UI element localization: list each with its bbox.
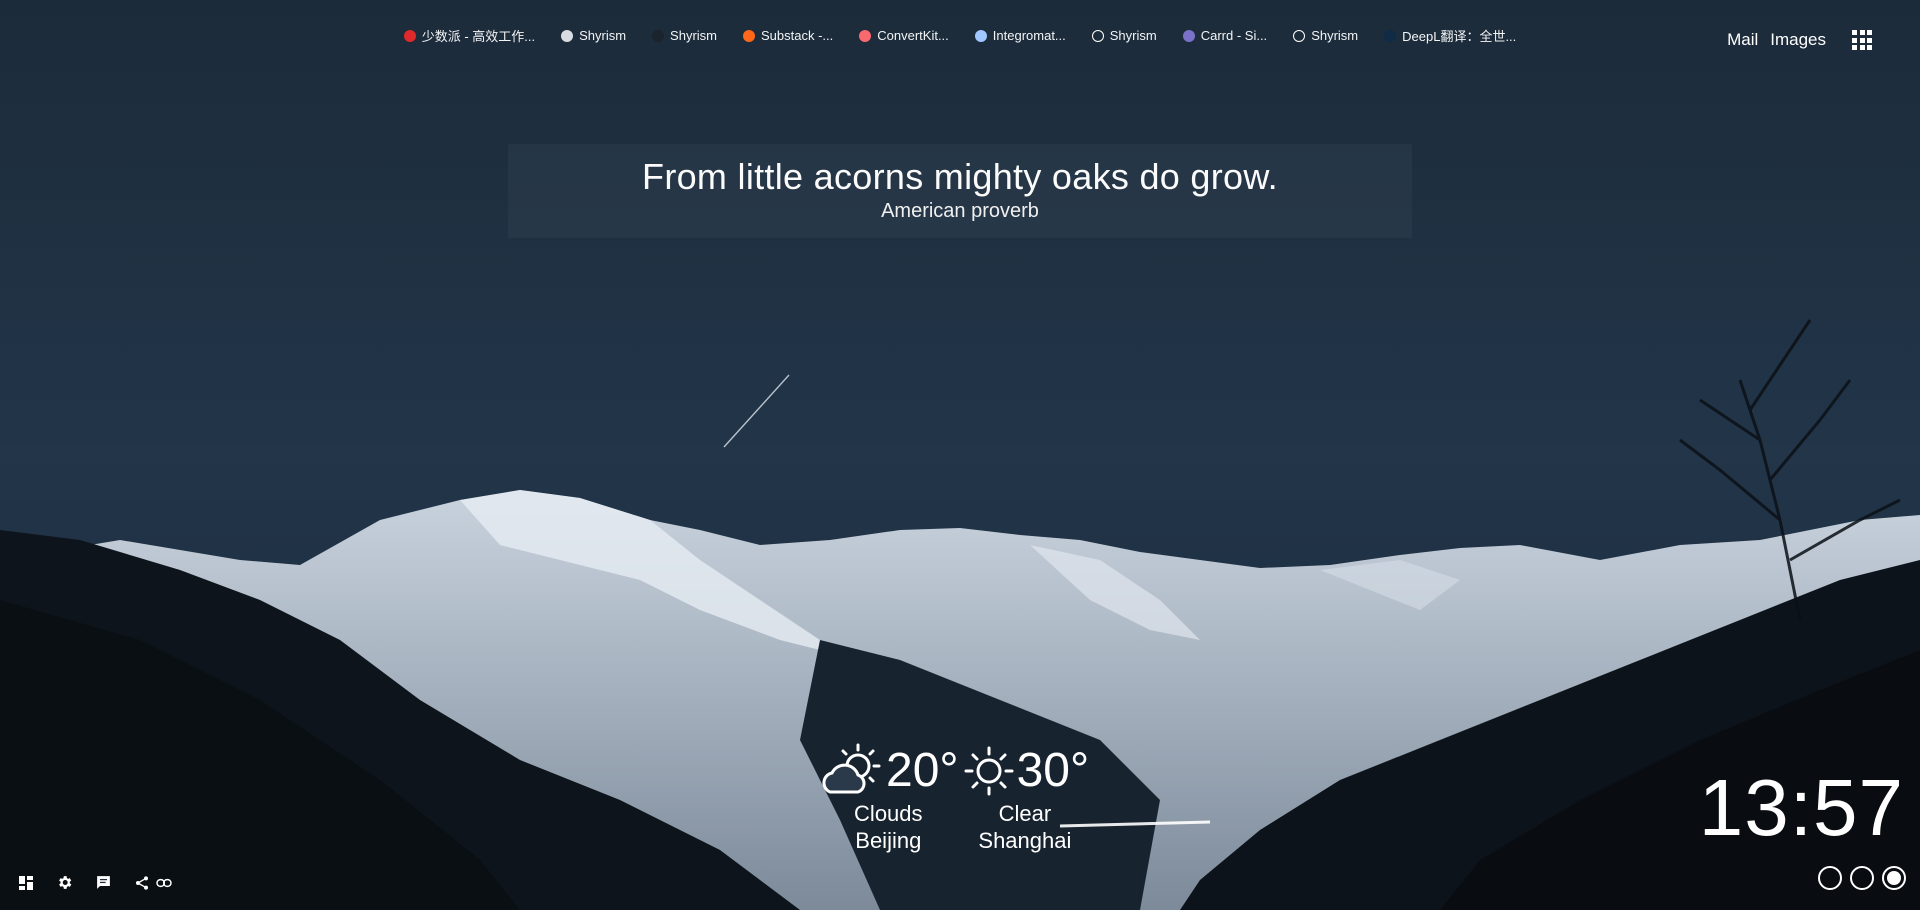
bookmark-label: Integromat...: [992, 28, 1066, 43]
page-dot[interactable]: [1850, 866, 1874, 890]
shyrism-circle-icon: [1293, 29, 1306, 42]
weather-city-beijing: Beijing: [855, 828, 922, 853]
bookmark-item[interactable]: Shyrism: [1091, 26, 1157, 45]
carrd-icon: [1182, 29, 1195, 42]
bookmark-item[interactable]: Substack -...: [743, 26, 833, 45]
bookmark-item[interactable]: Shyrism: [1293, 26, 1358, 45]
bookmarks-bar: 少数派 - 高效工作... Shyrism Shyrism Substack -...…: [0, 26, 1920, 45]
bookmark-item[interactable]: Shyrism: [652, 26, 717, 45]
bookmark-label: Shyrism: [1109, 28, 1157, 43]
sun-icon: [964, 746, 1014, 796]
bottom-toolbar: [18, 874, 172, 891]
weather-condition-beijing: Clouds: [854, 801, 923, 826]
bookmark-item[interactable]: Shyrism: [561, 26, 626, 45]
bookmark-item[interactable]: 少数派 - 高效工作...: [403, 26, 536, 45]
bookmark-item[interactable]: ConvertKit...: [859, 26, 949, 45]
shyrism-dark-icon: [652, 29, 665, 42]
integromat-icon: [974, 29, 987, 42]
weather-shanghai[interactable]: 30° Clear Shanghai: [961, 742, 1090, 854]
images-link[interactable]: Images: [1770, 30, 1826, 50]
deepl-icon: [1384, 29, 1397, 42]
quote-panel: From little acorns mighty oaks do grow. …: [508, 144, 1412, 238]
shyrism-icon: [561, 29, 574, 42]
weather-temp-beijing: 20°: [886, 744, 959, 797]
bookmark-label: Shyrism: [1311, 28, 1359, 43]
bookmark-label: Shyrism: [579, 28, 627, 43]
clock: 13:57: [1698, 763, 1904, 852]
settings-icon[interactable]: [56, 874, 73, 891]
weather-city-shanghai: Shanghai: [978, 828, 1072, 853]
weather-temp-shanghai: 30°: [1016, 744, 1090, 797]
weather-condition-shanghai: Clear: [998, 801, 1052, 826]
page-dot-active[interactable]: [1882, 866, 1906, 890]
page-indicator: [1818, 866, 1906, 890]
substack-icon: [743, 29, 755, 42]
apps-grid-icon[interactable]: [1852, 30, 1872, 50]
shyrism-circle-icon: [1091, 29, 1104, 42]
sspai-icon: [403, 29, 416, 42]
bookmark-label: Substack -...: [761, 28, 834, 43]
mail-link[interactable]: Mail: [1727, 30, 1758, 50]
partly-cloudy-icon: [822, 743, 881, 794]
dashboard-icon[interactable]: [18, 875, 34, 891]
bookmark-item[interactable]: Integromat...: [974, 26, 1066, 45]
bookmark-label: ConvertKit...: [877, 28, 949, 43]
bookmark-item[interactable]: DeepL翻译：全世...: [1384, 26, 1516, 45]
top-right-links: Mail Images: [1727, 30, 1872, 50]
quote-text: From little acorns mighty oaks do grow.: [642, 156, 1278, 197]
page-dot[interactable]: [1818, 866, 1842, 890]
bookmark-label: 少数派 - 高效工作...: [421, 29, 536, 44]
bookmark-item[interactable]: Carrd - Si...: [1182, 26, 1268, 45]
link-icon[interactable]: [156, 877, 172, 889]
weather-widget: 20° Clouds Beijing 30° Clear Shanghai: [818, 742, 1089, 854]
convertkit-icon: [859, 29, 872, 42]
feedback-icon[interactable]: [95, 874, 112, 891]
bookmark-label: DeepL翻译：全世...: [1402, 29, 1517, 44]
weather-beijing[interactable]: 20° Clouds Beijing: [818, 742, 959, 854]
share-icon[interactable]: [134, 875, 172, 891]
quote-author: American proverb: [881, 200, 1039, 222]
bookmark-label: Carrd - Si...: [1200, 28, 1268, 43]
bookmark-label: Shyrism: [670, 28, 717, 43]
